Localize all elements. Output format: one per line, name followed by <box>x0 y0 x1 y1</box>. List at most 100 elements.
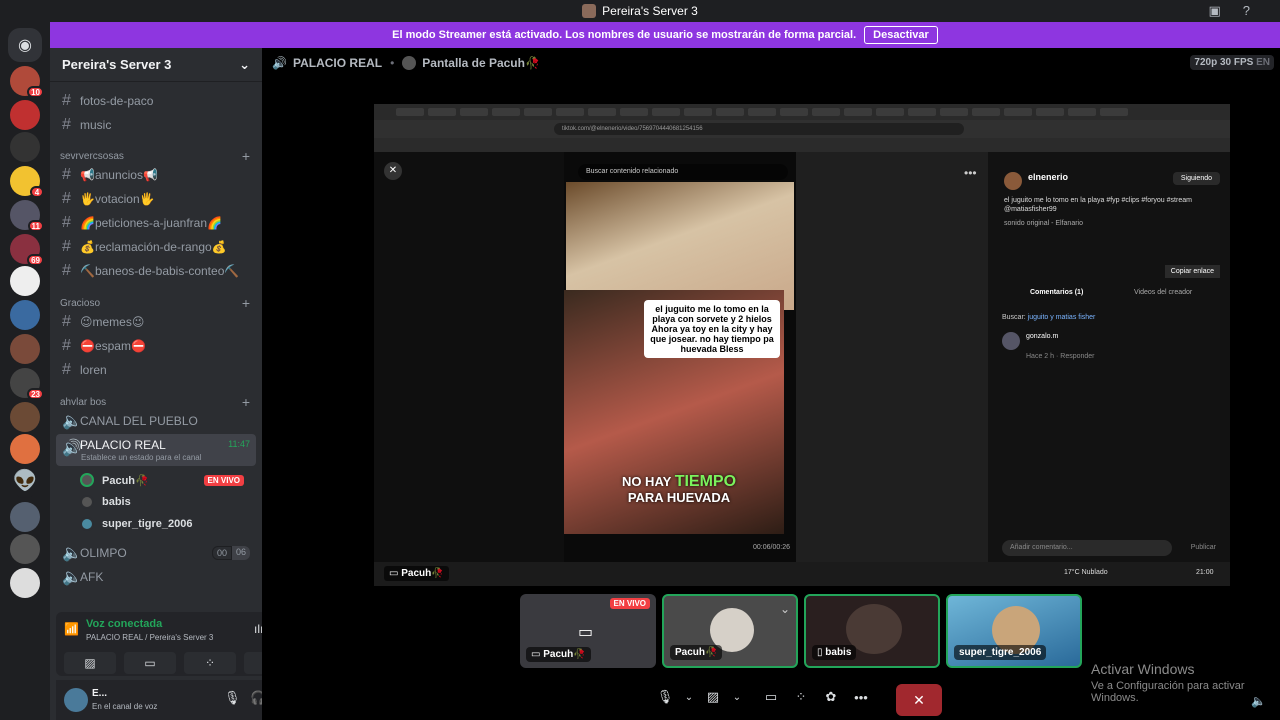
channel-baneos[interactable]: # ⛏️baneos-de-babis-conteo⛏️ <box>56 260 256 282</box>
channel-memes[interactable]: # 😉memes😉 <box>56 311 256 333</box>
server-icon[interactable] <box>10 100 40 130</box>
sharer-name: Pacuh🥀 <box>401 568 444 579</box>
speaker-icon: 🔊 <box>272 56 287 70</box>
browser-tab <box>684 108 712 116</box>
activities-icon: ⁘ <box>204 656 216 670</box>
video-bottom-half: el juguito me lo tomo en la playa con so… <box>564 290 784 534</box>
server-icon[interactable] <box>10 502 40 532</box>
voice-channel-palacio-real[interactable]: 🔊 PALACIO REAL Establece un estado para … <box>56 434 256 466</box>
camera-button[interactable]: ▨ <box>64 652 116 674</box>
screen-share-icon[interactable]: ▭ <box>756 684 786 710</box>
hash-icon: # <box>62 214 71 231</box>
browser-tab <box>972 108 1000 116</box>
add-channel-icon[interactable]: + <box>242 395 250 409</box>
add-channel-icon[interactable]: + <box>242 149 250 163</box>
activities-button[interactable]: ⁘ <box>184 652 236 674</box>
channel-reclamacion[interactable]: # 💰reclamación-de-rango💰 <box>56 236 256 258</box>
activities-icon[interactable]: ⁘ <box>786 684 816 710</box>
channel-fotos-de-paco[interactable]: # fotos-de-paco <box>56 90 256 112</box>
server-icon[interactable]: 10 <box>10 66 44 98</box>
related-search-field: Buscar contenido relacionado <box>578 164 788 180</box>
reply-link: Responder <box>1060 353 1095 360</box>
server-icon[interactable] <box>10 266 40 296</box>
screen-share-stream[interactable]: tiktok.com/@elnenerio/video/756970444068… <box>374 104 1230 586</box>
voice-channel-afk[interactable]: 🔈 AFK <box>56 566 256 588</box>
category-header[interactable]: sevrvercsosas + <box>60 149 250 163</box>
alien-server-icon[interactable]: 👽 <box>10 468 40 498</box>
add-channel-icon[interactable]: + <box>242 296 250 310</box>
chevron-down-icon[interactable]: ⌄ <box>780 602 790 616</box>
tiktok-video: Buscar contenido relacionado el juguito … <box>564 152 796 562</box>
server-icon[interactable] <box>10 300 40 330</box>
channel-peticiones[interactable]: # 🌈peticiones-a-juanfran🌈 <box>56 212 256 234</box>
server-icon[interactable]: 69 <box>10 234 44 266</box>
discord-home-icon[interactable]: ◉ <box>8 28 42 62</box>
server-icon[interactable] <box>10 132 40 162</box>
avatar[interactable] <box>64 688 88 712</box>
server-icon[interactable] <box>10 568 40 598</box>
category-header[interactable]: ahvlar bos + <box>60 395 250 409</box>
windows-taskbar: ▭ Pacuh🥀 17°C Nublado 21:00 <box>374 562 1230 586</box>
signal-icon[interactable]: 📶 <box>64 622 79 636</box>
voice-member[interactable]: babis <box>80 492 250 512</box>
server-icon[interactable] <box>10 534 40 564</box>
server-icon[interactable] <box>10 334 40 364</box>
server-header[interactable]: Pereira's Server 3 ⌄ <box>50 48 262 82</box>
participant-tile[interactable]: ▯ babis <box>804 594 940 668</box>
channel-votacion[interactable]: # 🖐votacion🖐 <box>56 188 256 210</box>
voice-channel-canal-del-pueblo[interactable]: 🔈 CANAL DEL PUEBLO <box>56 410 256 432</box>
more-options-icon: ••• <box>964 166 977 180</box>
video-overlay-text: NO HAY TIEMPO PARA HUEVADA <box>604 474 754 506</box>
channel-status[interactable]: Establece un estado para el canal <box>81 453 202 462</box>
server-icon[interactable]: 23 <box>10 368 44 400</box>
video-time: 00:06/00:26 <box>753 544 790 551</box>
inbox-icon[interactable]: ▣ <box>1208 3 1220 19</box>
microphone-icon[interactable]: 🎙 <box>224 690 241 706</box>
participant-tile[interactable]: EN VIVO ▭ ▭ Pacuh🥀 <box>520 594 656 668</box>
leave-call-button[interactable]: ✕ <box>896 684 942 716</box>
server-icon[interactable]: 11 <box>10 200 44 232</box>
tiktok-details-panel: elnenerio Siguiendo el juguito me lo tom… <box>988 152 1230 562</box>
camera-off-icon[interactable]: ▨ <box>698 684 728 710</box>
call-timer: 11:47 <box>228 439 250 449</box>
channel-music[interactable]: # music <box>56 114 256 136</box>
close-icon: ✕ <box>384 162 402 180</box>
channel-label: 💰reclamación-de-rango💰 <box>80 240 227 254</box>
stream-quality-badge[interactable]: 720p 30 FPS EN <box>1190 55 1274 70</box>
voice-channel-olimpo[interactable]: 🔈 OLIMPO 00 06 <box>56 542 256 564</box>
speaker-icon: 🔊 <box>62 440 82 457</box>
disable-streamer-button[interactable]: Desactivar <box>864 26 938 44</box>
screen-share-icon: ▭ <box>578 624 594 641</box>
browser-tab <box>844 108 872 116</box>
category-label: Gracioso <box>60 298 101 309</box>
channel-label: PALACIO REAL <box>80 438 166 452</box>
participant-tile[interactable]: super_tigre_2006 <box>946 594 1082 668</box>
chevron-down-icon[interactable]: ⌄ <box>680 684 698 710</box>
channel-anuncios[interactable]: # 📢anuncios📢 <box>56 164 256 186</box>
server-icon[interactable]: 4 <box>10 166 44 198</box>
search-term: juguito y matias fisher <box>1027 314 1096 321</box>
voice-member[interactable]: super_tigre_2006 <box>80 514 250 534</box>
category-header[interactable]: Gracioso + <box>60 296 250 310</box>
channel-espam[interactable]: # ⛔espam⛔ <box>56 335 256 357</box>
screen-share-button[interactable]: ▭ <box>124 652 176 674</box>
avatar <box>80 473 94 487</box>
channel-loren[interactable]: # loren <box>56 359 256 381</box>
soundboard-icon[interactable]: ✿ <box>816 684 846 710</box>
server-icon[interactable] <box>10 434 40 464</box>
channel-label: 🖐votacion🖐 <box>80 192 155 206</box>
sharer-label: ▭ Pacuh🥀 <box>384 566 449 581</box>
chevron-down-icon[interactable]: ⌄ <box>728 684 746 710</box>
server-icon <box>582 4 597 18</box>
participant-tile[interactable]: ⌄ Pacuh🥀 <box>662 594 798 668</box>
help-icon[interactable]: ? <box>1243 3 1250 19</box>
tile-name: ▭ Pacuh🥀 <box>526 647 591 662</box>
voice-member[interactable]: Pacuh🥀 EN VIVO <box>80 470 250 490</box>
more-options-icon[interactable]: ••• <box>846 684 876 710</box>
browser-tab <box>1036 108 1064 116</box>
voice-status-subtitle[interactable]: PALACIO REAL / Pereira's Server 3 <box>86 633 213 642</box>
server-name: Pereira's Server 3 <box>62 57 172 72</box>
microphone-icon[interactable]: 🎙 <box>650 684 680 710</box>
server-icon[interactable] <box>10 402 40 432</box>
hash-icon: # <box>62 92 71 109</box>
